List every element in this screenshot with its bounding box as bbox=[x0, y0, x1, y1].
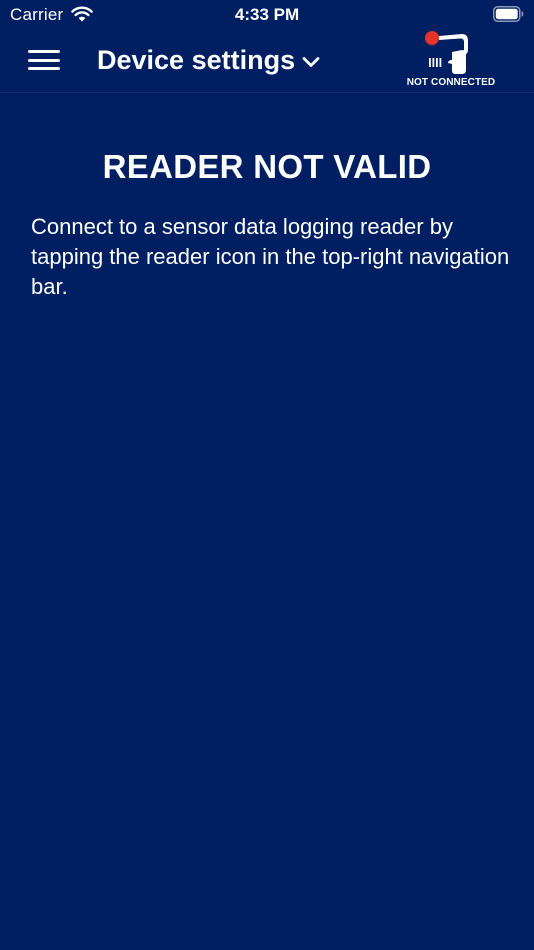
reader-connection-button[interactable]: NOT CONNECTED bbox=[402, 30, 502, 92]
reader-status-label: NOT CONNECTED bbox=[406, 77, 496, 88]
status-bar: Carrier 4:33 PM bbox=[0, 0, 534, 30]
barcode-reader-icon bbox=[425, 31, 468, 74]
error-heading: READER NOT VALID bbox=[102, 148, 432, 185]
navigation-bar: Device settings NOT CONNECTED bbox=[0, 30, 534, 93]
status-time: 4:33 PM bbox=[234, 5, 300, 24]
battery-full-icon bbox=[493, 6, 524, 22]
page-title: Device settings bbox=[97, 44, 296, 75]
connection-status-dot bbox=[425, 31, 439, 45]
hamburger-menu-button[interactable] bbox=[26, 47, 62, 73]
error-message: Connect to a sensor data logging reader … bbox=[31, 214, 510, 299]
chevron-down-icon bbox=[302, 57, 320, 67]
device-settings-dropdown[interactable]: Device settings bbox=[97, 42, 321, 78]
